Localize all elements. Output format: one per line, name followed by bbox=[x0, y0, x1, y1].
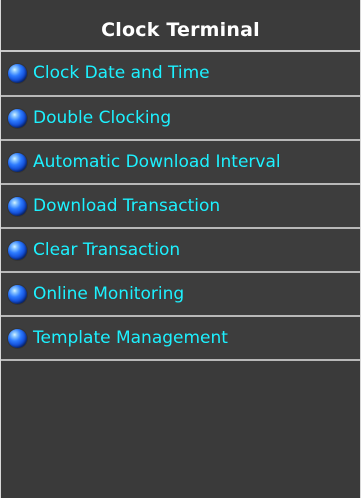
menu-item-online-monitoring[interactable]: Online Monitoring bbox=[1, 273, 360, 317]
blue-sphere-icon bbox=[8, 152, 27, 172]
empty-panel-area bbox=[1, 361, 360, 490]
menu-item-label: Download Transaction bbox=[33, 195, 221, 216]
blue-sphere-icon bbox=[8, 196, 27, 216]
blue-sphere-icon bbox=[8, 284, 27, 304]
menu-item-label: Clock Date and Time bbox=[33, 63, 210, 83]
blue-sphere-icon bbox=[8, 328, 27, 348]
menu-item-label: Clear Transaction bbox=[33, 239, 181, 260]
blue-sphere-icon bbox=[8, 240, 27, 260]
clock-terminal-panel: Clock Terminal Clock Date and Time Doubl… bbox=[0, 0, 361, 498]
blue-sphere-icon bbox=[8, 108, 27, 128]
menu-item-clear-transaction[interactable]: Clear Transaction bbox=[1, 229, 360, 273]
menu-item-label: Double Clocking bbox=[33, 107, 172, 128]
panel-title: Clock Terminal bbox=[1, 10, 360, 52]
menu-item-template-management[interactable]: Template Management bbox=[1, 317, 360, 361]
menu-item-double-clocking[interactable]: Double Clocking bbox=[1, 97, 360, 141]
menu-item-label: Template Management bbox=[33, 327, 228, 348]
menu-item-automatic-download-interval[interactable]: Automatic Download Interval bbox=[1, 141, 360, 185]
menu-item-download-transaction[interactable]: Download Transaction bbox=[1, 185, 360, 229]
blue-sphere-icon bbox=[8, 64, 27, 83]
menu-item-label: Online Monitoring bbox=[33, 283, 185, 304]
menu-item-clock-date-and-time[interactable]: Clock Date and Time bbox=[1, 52, 360, 97]
menu-item-label: Automatic Download Interval bbox=[33, 151, 281, 172]
clock-terminal-menu: Clock Date and Time Double Clocking Auto… bbox=[1, 52, 360, 361]
